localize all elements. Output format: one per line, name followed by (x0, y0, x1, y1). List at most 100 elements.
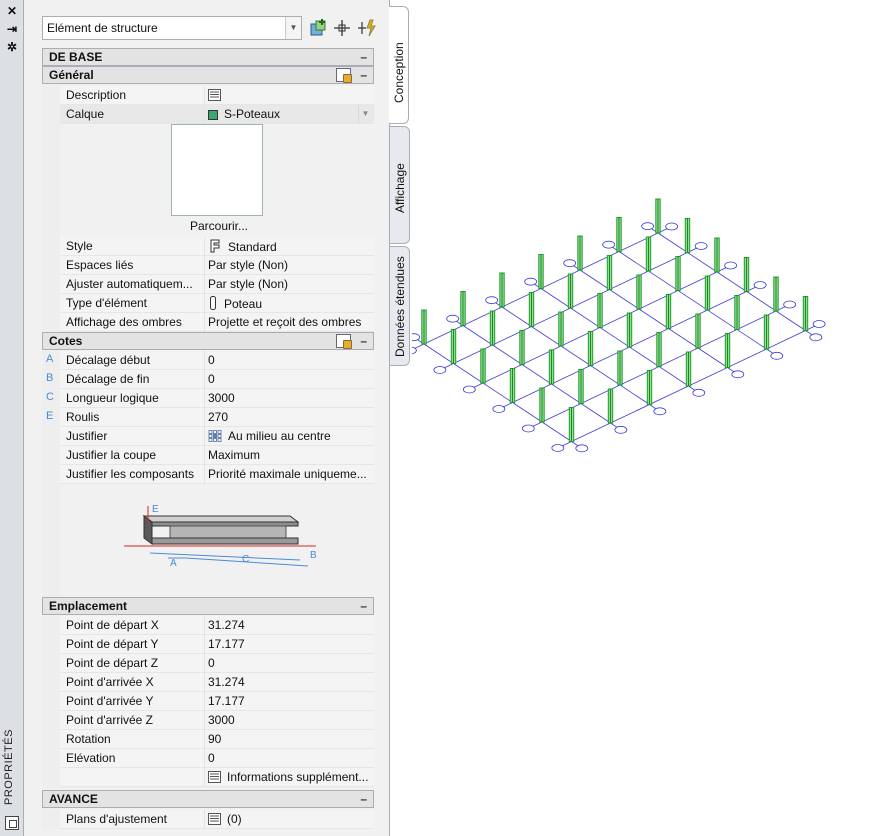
prop-value[interactable]: 3000 (208, 713, 372, 727)
section-emplacement[interactable]: Emplacement – (42, 597, 374, 615)
prop-value[interactable]: 3000 (208, 391, 372, 405)
prop-value[interactable]: Poteau (208, 296, 372, 311)
prop-value[interactable]: 17.177 (208, 637, 372, 651)
prop-value[interactable]: (0) (208, 812, 372, 826)
structural-column[interactable] (577, 235, 583, 271)
structural-column[interactable] (539, 387, 545, 423)
structural-column[interactable] (519, 330, 525, 365)
structural-column[interactable] (499, 272, 505, 308)
structural-column[interactable] (684, 218, 691, 253)
structural-column[interactable] (714, 237, 720, 273)
structural-column[interactable] (421, 309, 427, 345)
tab-conception[interactable]: Conception (389, 6, 409, 124)
section-de-base[interactable]: DE BASE – (42, 48, 374, 66)
browse-link[interactable]: Parcourir... (174, 219, 264, 233)
prop-value[interactable]: 0 (208, 656, 372, 670)
chevron-down-icon[interactable]: ▼ (285, 17, 301, 39)
structural-column[interactable] (695, 313, 701, 349)
quick-select-icon[interactable] (358, 18, 378, 38)
structural-column[interactable] (578, 369, 584, 404)
structural-column[interactable] (763, 314, 770, 350)
structural-column[interactable] (734, 295, 740, 330)
quick-select-section-icon[interactable] (336, 68, 352, 83)
prop-description[interactable]: Description (60, 86, 374, 105)
prop-affichage-ombres[interactable]: Affichage des ombres Projette et reçoit … (60, 313, 374, 332)
structural-column[interactable] (587, 331, 594, 366)
structural-column[interactable] (450, 329, 457, 364)
object-type-selector[interactable]: Elément de structure ▼ (42, 16, 302, 40)
prop-value[interactable]: Par style (Non) (208, 258, 372, 272)
structural-column[interactable] (655, 198, 661, 234)
prop-value[interactable]: 31.274 (208, 675, 372, 689)
structural-column[interactable] (646, 370, 653, 405)
prop-value[interactable]: 0 (208, 751, 372, 765)
select-objects-icon[interactable] (332, 18, 352, 38)
structural-column[interactable] (597, 293, 603, 328)
section-cotes[interactable]: Cotes – (42, 332, 374, 350)
collapse-icon[interactable]: – (360, 598, 367, 614)
prop-value[interactable]: 0 (208, 353, 372, 367)
prop-ajuster[interactable]: Ajuster automatiquem... Par style (Non) (60, 275, 374, 294)
structural-column[interactable] (645, 236, 652, 272)
structural-column[interactable] (743, 257, 750, 292)
structural-column[interactable] (567, 273, 574, 309)
prop-value[interactable] (208, 88, 372, 102)
cotes-row[interactable]: E Roulis 270 (46, 408, 374, 427)
edit-text-icon[interactable] (208, 771, 221, 783)
prop-value[interactable]: Priorité maximale uniqueme... (208, 467, 372, 481)
structural-column[interactable] (704, 275, 711, 311)
settings-icon[interactable]: ✲ (5, 40, 19, 54)
collapse-icon[interactable]: – (360, 67, 367, 83)
collapse-icon[interactable]: – (360, 49, 367, 65)
structural-column[interactable] (480, 348, 486, 384)
prop-value[interactable]: 31.274 (208, 618, 372, 632)
structural-column[interactable] (802, 296, 809, 331)
section-avance[interactable]: AVANCE – (42, 790, 374, 808)
prop-style[interactable]: Style Standard (60, 237, 374, 256)
emplacement-row[interactable]: Elévation 0 (60, 749, 374, 768)
emplacement-row[interactable]: Point d'arrivée Y 17.177 (60, 692, 374, 711)
structural-column[interactable] (558, 311, 564, 347)
prop-value[interactable]: Maximum (208, 448, 372, 462)
cotes-row[interactable]: B Décalage de fin 0 (46, 370, 374, 389)
edit-text-icon[interactable] (208, 813, 221, 825)
prop-info-supp[interactable]: Informations supplément... (60, 768, 374, 787)
structural-column[interactable] (626, 312, 633, 348)
collapse-icon[interactable]: – (360, 791, 367, 807)
cotes-row[interactable]: C Longueur logique 3000 (46, 389, 374, 408)
cotes-row[interactable]: Justifier la coupe Maximum (60, 446, 374, 465)
structural-column[interactable] (685, 351, 692, 387)
structural-column[interactable] (568, 407, 575, 442)
collapse-icon[interactable]: – (360, 333, 367, 349)
quick-select-section-icon[interactable] (336, 334, 352, 349)
cotes-row[interactable]: Justifier les composants Priorité maximal… (60, 465, 374, 484)
structural-column[interactable] (675, 256, 681, 291)
emplacement-row[interactable]: Rotation 90 (60, 730, 374, 749)
emplacement-row[interactable]: Point de départ X 31.274 (60, 616, 374, 635)
structural-column[interactable] (617, 350, 623, 386)
chevron-down-icon[interactable]: ▼ (358, 105, 372, 123)
prop-value[interactable]: Standard (208, 239, 372, 254)
cotes-row[interactable]: A Décalage début 0 (46, 351, 374, 370)
prop-value[interactable]: 0 (208, 372, 372, 386)
prop-value[interactable]: 270 (208, 410, 372, 424)
edit-text-icon[interactable] (208, 89, 221, 101)
prop-type-element[interactable]: Type d'élément Poteau (60, 294, 374, 313)
tab-donnees-etendues[interactable]: Données étendues (390, 246, 410, 366)
prop-espaces-lies[interactable]: Espaces liés Par style (Non) (60, 256, 374, 275)
emplacement-row[interactable]: Point de départ Z 0 (60, 654, 374, 673)
structural-column[interactable] (606, 255, 613, 290)
structural-column[interactable] (656, 332, 662, 367)
structural-column[interactable] (528, 292, 535, 327)
prop-plans-ajustement[interactable]: Plans d'ajustement (0) (60, 810, 374, 829)
prop-value[interactable]: S-Poteaux (208, 107, 372, 121)
structural-column[interactable] (616, 217, 622, 252)
prop-value[interactable]: Informations supplément... (208, 770, 372, 784)
structural-column[interactable] (509, 368, 516, 403)
structural-column[interactable] (607, 388, 614, 424)
prop-value[interactable]: Projette et reçoit des ombres (208, 315, 372, 329)
structural-column[interactable] (489, 310, 496, 346)
cotes-row[interactable]: Justifier Au milieu au centre (60, 427, 374, 446)
close-icon[interactable]: ✕ (5, 4, 19, 18)
prop-value[interactable]: 90 (208, 732, 372, 746)
